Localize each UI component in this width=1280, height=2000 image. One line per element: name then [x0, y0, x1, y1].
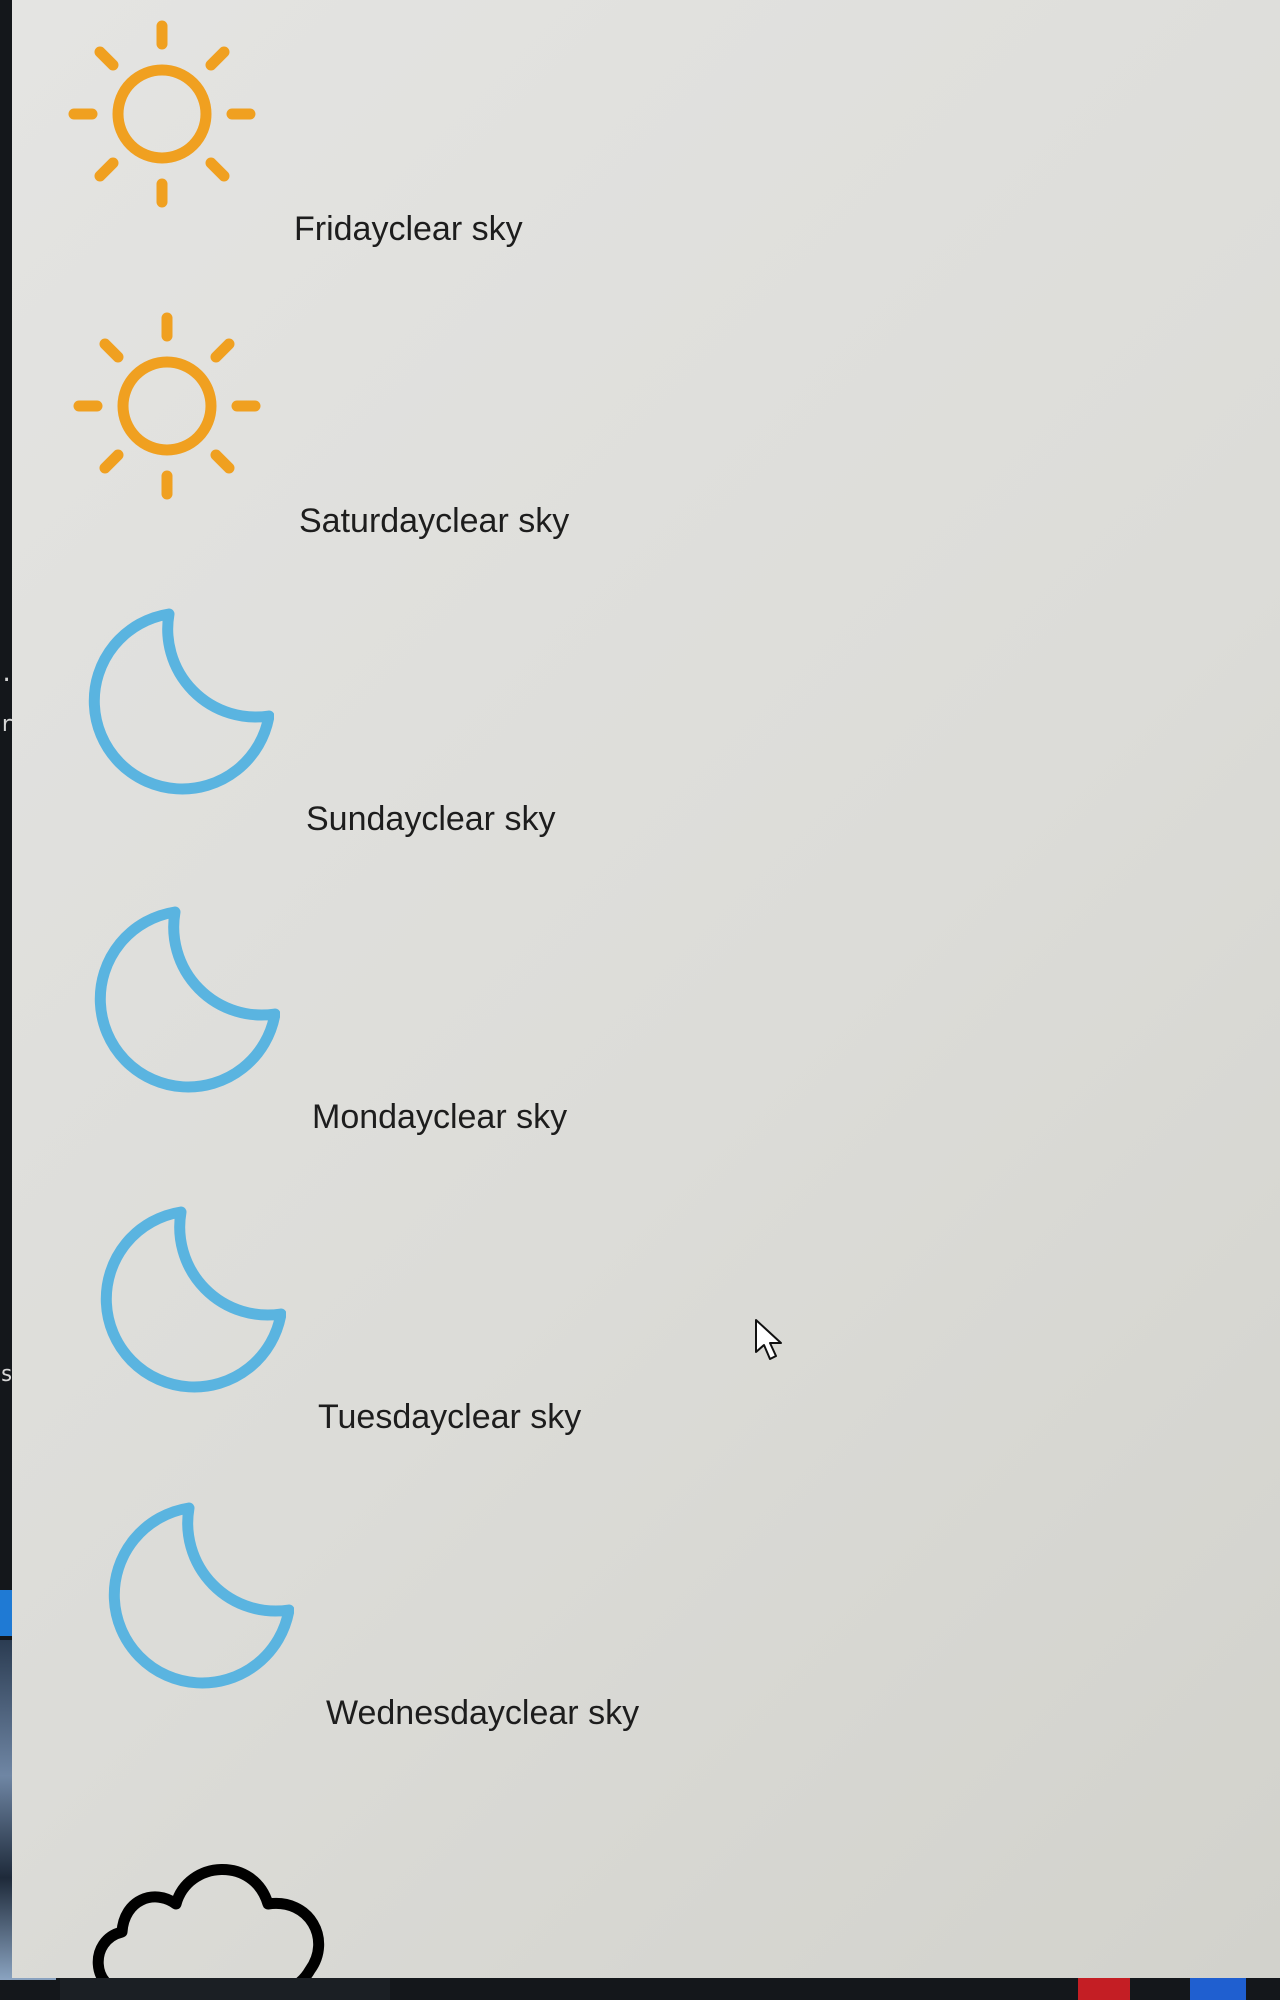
forecast-label: Wednesdayclear sky	[326, 1694, 640, 1732]
taskbar	[390, 1978, 1280, 2000]
sun-icon	[67, 306, 267, 506]
moon-icon	[86, 1202, 286, 1402]
forecast-item-sunday: Sundayclear sky	[74, 604, 834, 874]
moon-icon	[74, 604, 274, 804]
cloud-icon	[84, 1800, 344, 1978]
forecast-label: Saturdayclear sky	[299, 502, 570, 540]
forecast-item-tuesday: Tuesdayclear sky	[86, 1202, 846, 1472]
forecast-item-wednesday: Wednesdayclear sky	[94, 1498, 854, 1768]
forecast-item-friday: Fridayclear sky	[62, 14, 822, 284]
forecast-label: Fridayclear sky	[294, 210, 523, 248]
forecast-item-saturday: Saturdayclear sky	[67, 306, 827, 576]
forecast-item-partial	[84, 1800, 844, 1978]
moon-icon	[80, 902, 280, 1102]
taskbar-app-icon[interactable]	[1078, 1978, 1130, 2000]
moon-icon	[94, 1498, 294, 1698]
forecast-item-monday: Mondayclear sky	[80, 902, 840, 1172]
mail-icon[interactable]	[1190, 1978, 1246, 2000]
weather-forecast-page: Fridayclear sky Saturdayclear sky Sunday…	[12, 0, 1280, 1978]
forecast-label: Tuesdayclear sky	[318, 1398, 582, 1436]
forecast-label: Mondayclear sky	[312, 1098, 568, 1136]
mouse-cursor-icon	[754, 1318, 786, 1362]
forecast-label: Sundayclear sky	[306, 800, 556, 838]
sun-icon	[62, 14, 262, 214]
